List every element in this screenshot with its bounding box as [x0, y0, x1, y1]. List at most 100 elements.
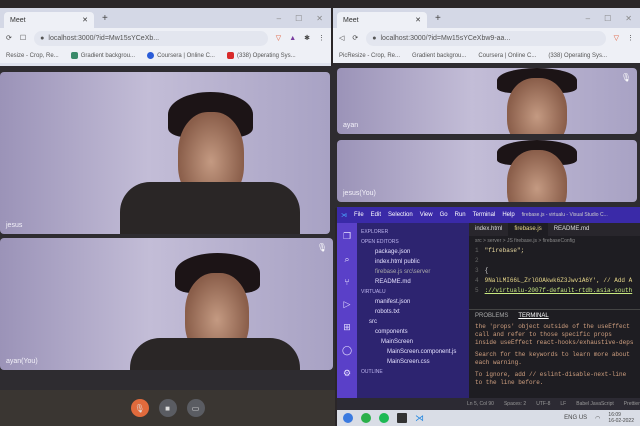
menu-go[interactable]: Go: [440, 212, 448, 218]
status-eol[interactable]: LF: [560, 401, 566, 407]
back-icon[interactable]: ◁: [339, 34, 344, 42]
account-icon[interactable]: ◯: [342, 345, 352, 356]
maximize-button[interactable]: ☐: [604, 14, 611, 23]
vscode-icon[interactable]: ⋊: [415, 413, 424, 424]
spotify-icon[interactable]: [379, 413, 389, 423]
menu-edit[interactable]: Edit: [371, 212, 381, 218]
source-control-icon[interactable]: ⑂: [344, 277, 349, 287]
open-file[interactable]: index.html public: [361, 257, 465, 267]
video-toggle-button[interactable]: ■: [158, 399, 177, 417]
status-spaces[interactable]: Spaces: 2: [504, 401, 526, 407]
status-prettier[interactable]: Prettier: [624, 401, 640, 407]
outline-header[interactable]: OUTLINE: [361, 367, 465, 377]
tree-item[interactable]: src: [361, 317, 465, 327]
bookmark-item[interactable]: Coursera | Online C...: [478, 53, 536, 59]
extensions-icon[interactable]: ⊞: [343, 322, 351, 333]
terminal-line: Search for the keywords to learn more ab…: [475, 351, 630, 366]
reload-icon[interactable]: ⟳: [6, 34, 12, 42]
gear-icon[interactable]: ⚙: [343, 368, 351, 379]
bookmark-item[interactable]: Resize - Crop, Re...: [6, 53, 59, 59]
taskbar: ⋊ ENG US ◠ 16:09 16-02-2022: [337, 410, 640, 426]
screen-share-button[interactable]: ▭: [186, 399, 205, 417]
rewards-icon[interactable]: ▲: [289, 35, 296, 42]
menu-selection[interactable]: Selection: [388, 212, 413, 218]
search-icon[interactable]: ⌕: [344, 254, 349, 265]
call-controls: 🎙 ■ ▭: [0, 390, 335, 426]
status-cursor[interactable]: Ln 5, Col 90: [467, 401, 494, 407]
bookmark-item[interactable]: (338) Operating Sys...: [226, 52, 296, 59]
url-field[interactable]: ● localhost:3000/?id=Mw15sYCeXb...: [34, 30, 268, 46]
language-indicator[interactable]: ENG US: [564, 415, 587, 421]
close-icon[interactable]: ✕: [415, 16, 421, 24]
wifi-icon[interactable]: ◠: [595, 415, 600, 422]
bookmark-item[interactable]: Gradient backgrou...: [412, 53, 466, 59]
new-tab-button[interactable]: +: [435, 13, 441, 24]
video-tile: jesus: [0, 72, 330, 234]
bookmarks-bar: Resize - Crop, Re... Gradient backgrou..…: [0, 48, 331, 63]
participant-name: ayan(You): [6, 358, 38, 365]
url-field[interactable]: ● localhost:3000/?id=Mw15sYCeXbw9-aa...: [366, 30, 606, 46]
terminal-line: To ignore, add // eslint-disable-next-li…: [475, 371, 627, 386]
open-editors-header[interactable]: OPEN EDITORS: [361, 237, 465, 247]
mic-toggle-button[interactable]: 🎙: [130, 399, 149, 417]
menu-view[interactable]: View: [420, 212, 433, 218]
close-icon[interactable]: ✕: [82, 16, 88, 24]
address-bar-row: ⟳ ☐ ● localhost:3000/?id=Mw15sYCeXb... ▽ …: [0, 28, 331, 48]
tab-terminal[interactable]: TERMINAL: [518, 313, 548, 319]
vscode-window: ⋊ File Edit Selection View Go Run Termin…: [337, 207, 640, 410]
tab-meet[interactable]: Meet ✕: [4, 12, 94, 28]
brave-icon[interactable]: ▽: [276, 34, 281, 42]
editor-area: index.html firebase.js README.md src > s…: [469, 223, 640, 398]
menu-icon[interactable]: ⋮: [318, 34, 325, 42]
project-header[interactable]: VIRTUALU: [361, 287, 465, 297]
code-view[interactable]: 1 "firebase"; 2 3{ 4 9NalLMI66L_ZrlGOAkwk6…: [469, 246, 640, 296]
chrome-icon[interactable]: [343, 413, 353, 423]
close-window-button[interactable]: ✕: [316, 14, 323, 23]
run-debug-icon[interactable]: ▷: [344, 299, 351, 310]
open-file[interactable]: package.json: [361, 247, 465, 257]
brave-icon[interactable]: ▽: [614, 34, 619, 42]
terminal-icon[interactable]: [397, 413, 407, 423]
maximize-button[interactable]: ☐: [295, 14, 302, 23]
new-tab-button[interactable]: +: [102, 13, 108, 24]
video-tile: 🎙 ayan: [337, 68, 637, 134]
editor-tab-active[interactable]: firebase.js: [508, 223, 548, 236]
mic-off-icon: 🎙: [620, 73, 631, 82]
tab-problems[interactable]: PROBLEMS: [475, 313, 508, 319]
files-icon[interactable]: ❐: [343, 231, 351, 242]
bookmark-item[interactable]: (338) Operating Sys...: [548, 53, 607, 59]
tab-bar: Meet ✕ + – ☐ ✕: [333, 8, 640, 28]
extensions-icon[interactable]: ✱: [304, 34, 310, 42]
tree-item[interactable]: MainScreen: [361, 337, 465, 347]
bookmark-item[interactable]: Coursera | Online C...: [147, 52, 215, 59]
tab-meet[interactable]: Meet ✕: [337, 12, 427, 28]
minimize-button[interactable]: –: [586, 14, 590, 23]
tree-item[interactable]: robots.txt: [361, 307, 465, 317]
bookmark-item[interactable]: PicResize - Crop, Re...: [339, 53, 400, 59]
breadcrumb: src > server > JS firebase.js > firebase…: [475, 238, 575, 244]
tree-item[interactable]: MainScreen.css: [361, 357, 465, 367]
reload-icon[interactable]: ⟳: [352, 34, 358, 42]
editor-tab[interactable]: README.md: [548, 223, 596, 236]
status-language[interactable]: Babel JavaScript: [576, 401, 614, 407]
terminal-panel[interactable]: PROBLEMS TERMINAL the 'props' object outs…: [469, 309, 640, 398]
open-file[interactable]: README.md: [361, 277, 465, 287]
tree-item[interactable]: manifest.json: [361, 297, 465, 307]
whatsapp-icon[interactable]: [361, 413, 371, 423]
menu-terminal[interactable]: Terminal: [473, 212, 496, 218]
open-file[interactable]: firebase.js src\server: [361, 267, 465, 277]
menu-file[interactable]: File: [354, 212, 364, 218]
status-encoding[interactable]: UTF-8: [536, 401, 550, 407]
menu-run[interactable]: Run: [455, 212, 466, 218]
menu-icon[interactable]: ⋮: [627, 34, 634, 42]
mic-off-icon: 🎙: [316, 243, 327, 252]
bookmark-item[interactable]: Gradient backgrou...: [70, 52, 135, 59]
bookmark-icon[interactable]: ☐: [20, 34, 26, 42]
clock[interactable]: 16:09 16-02-2022: [608, 412, 634, 424]
close-window-button[interactable]: ✕: [625, 14, 632, 23]
tree-item[interactable]: MainScreen.component.js: [361, 347, 465, 357]
minimize-button[interactable]: –: [277, 14, 281, 23]
menu-help[interactable]: Help: [502, 212, 514, 218]
tree-item[interactable]: components: [361, 327, 465, 337]
editor-tab[interactable]: index.html: [469, 223, 508, 236]
